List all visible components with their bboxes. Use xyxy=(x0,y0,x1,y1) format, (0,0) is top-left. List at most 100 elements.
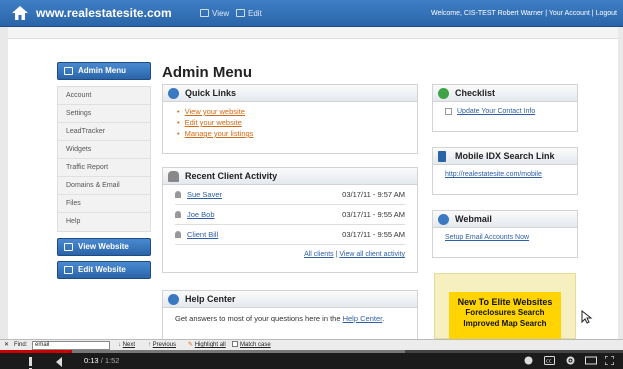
sidebar-item-help[interactable]: Help xyxy=(58,213,150,231)
find-label: Find: xyxy=(14,342,28,348)
volume-icon[interactable] xyxy=(56,357,62,367)
mail-icon xyxy=(438,214,449,225)
all-clients-link[interactable]: All clients xyxy=(304,251,334,258)
arrow-icon xyxy=(168,88,179,99)
checkbox[interactable] xyxy=(445,108,452,115)
edit-your-website-link[interactable]: Edit your website xyxy=(177,117,417,128)
quick-links-header: Quick Links xyxy=(163,85,417,102)
sidebar-item-files[interactable]: Files xyxy=(58,195,150,213)
view-website-button[interactable]: View Website xyxy=(57,238,151,256)
help-center-link[interactable]: Help Center xyxy=(343,314,383,323)
find-bar: ✕ Find: email ↓ Next ↑ Previous ✎ Highli… xyxy=(0,339,623,350)
checklist-item[interactable]: Update Your Contact Info xyxy=(433,102,577,115)
view-label: View xyxy=(212,9,230,18)
mouse-cursor-icon xyxy=(581,310,593,324)
person-icon xyxy=(175,231,181,238)
edit-icon xyxy=(64,266,73,274)
fullscreen-icon[interactable] xyxy=(605,356,614,365)
help-center-header: Help Center xyxy=(163,291,417,308)
promo-line-3: Improved Map Search xyxy=(463,319,547,328)
duration: / 1:52 xyxy=(98,356,120,365)
sidebar-item-leadtracker[interactable]: LeadTracker xyxy=(58,123,150,141)
match-case-label: Match case xyxy=(240,342,271,348)
client-link[interactable]: Client Bill xyxy=(187,225,218,245)
match-case-checkbox[interactable]: Match case xyxy=(232,340,271,350)
view-link[interactable]: View xyxy=(200,9,229,18)
view-icon xyxy=(200,9,209,17)
current-time: 0:13 xyxy=(84,356,99,365)
client-link[interactable]: Sue Saver xyxy=(187,185,222,205)
help-icon xyxy=(168,294,179,305)
top-bar: www.realestatesite.com View Edit Welcome… xyxy=(0,0,623,27)
sidebar-item-domains-email[interactable]: Domains & Email xyxy=(58,177,150,195)
sidebar-item-account[interactable]: Account xyxy=(58,87,150,105)
promo-banner[interactable]: New To Elite Websites Foreclosures Searc… xyxy=(434,273,576,340)
edit-link[interactable]: Edit xyxy=(236,9,262,18)
sidebar-item-widgets[interactable]: Widgets xyxy=(58,141,150,159)
progress-bar[interactable] xyxy=(0,350,623,353)
find-previous-button[interactable]: ↑ Previous xyxy=(148,340,176,350)
admin-menu-button[interactable]: Admin Menu xyxy=(57,62,151,80)
sidebar-item-settings[interactable]: Settings xyxy=(58,105,150,123)
highlight-all-button[interactable]: ✎ Highlight all xyxy=(188,340,226,350)
pause-icon[interactable] xyxy=(29,357,38,369)
help-text-before: Get answers to most of your questions he… xyxy=(175,314,343,323)
mobile-idx-header: Mobile IDX Search Link xyxy=(433,148,577,165)
help-center-title: Help Center xyxy=(185,294,236,304)
activity-date: 03/17/11 - 9:57 AM xyxy=(342,190,405,199)
activity-row: Joe Bob 03/17/11 - 9:55 AM xyxy=(175,205,405,225)
webmail-title: Webmail xyxy=(455,214,492,224)
theater-mode-icon[interactable] xyxy=(585,356,597,365)
person-icon xyxy=(175,211,181,218)
arrow-down-icon: ↓ xyxy=(118,342,121,348)
activity-date: 03/17/11 - 9:55 AM xyxy=(342,210,405,219)
setup-email-link[interactable]: Setup Email Accounts Now xyxy=(433,228,577,241)
recent-activity-header: Recent Client Activity xyxy=(163,168,417,185)
mobile-idx-title: Mobile IDX Search Link xyxy=(455,151,555,161)
checklist-header: Checklist xyxy=(433,85,577,102)
sidebar-menu: Account Settings LeadTracker Widgets Tra… xyxy=(57,86,151,232)
recent-activity-title: Recent Client Activity xyxy=(185,171,278,181)
highlight-all-label: Highlight all xyxy=(194,342,226,348)
account-link[interactable]: Your Account xyxy=(549,10,590,17)
captions-icon[interactable]: cc xyxy=(544,356,555,365)
logout-link[interactable]: Logout xyxy=(596,10,617,17)
promo-ad[interactable]: New To Elite Websites Foreclosures Searc… xyxy=(449,292,561,340)
sub-strip xyxy=(8,27,618,39)
mobile-idx-panel: Mobile IDX Search Link http://realestate… xyxy=(432,147,578,195)
mobile-idx-link[interactable]: http://realestatesite.com/mobile xyxy=(433,165,577,178)
played-bar xyxy=(0,350,73,353)
site-url[interactable]: www.realestatesite.com xyxy=(36,6,172,20)
home-icon[interactable] xyxy=(12,6,28,20)
welcome-text: Welcome, CIS-TEST Robert Warner | Your A… xyxy=(431,10,617,17)
webmail-panel: Webmail Setup Email Accounts Now xyxy=(432,210,578,258)
user-name: CIS-TEST Robert Warner xyxy=(463,10,544,17)
promo-line-2: Foreclosures Search xyxy=(465,308,545,317)
svg-text:cc: cc xyxy=(546,359,552,365)
close-find-button[interactable]: ✕ xyxy=(4,340,9,350)
watch-later-icon[interactable] xyxy=(524,356,533,365)
edit-website-button[interactable]: Edit Website xyxy=(57,261,151,279)
manage-listings-link[interactable]: Manage your listings xyxy=(177,128,417,139)
find-next-button[interactable]: ↓ Next xyxy=(118,340,135,350)
home-small-icon xyxy=(64,67,73,75)
checklist-panel: Checklist Update Your Contact Info xyxy=(432,84,578,132)
arrow-up-icon: ↑ xyxy=(148,342,151,348)
gear-icon[interactable] xyxy=(566,356,575,365)
view-icon xyxy=(64,243,73,251)
find-input[interactable]: email xyxy=(32,341,110,350)
time-display: 0:13 / 1:52 xyxy=(84,356,119,365)
view-your-website-link[interactable]: View your website xyxy=(177,106,417,117)
page-title: Admin Menu xyxy=(162,64,252,81)
sidebar-item-traffic-report[interactable]: Traffic Report xyxy=(58,159,150,177)
edit-label: Edit xyxy=(248,9,262,18)
view-all-activity-link[interactable]: View all client activity xyxy=(339,251,405,258)
checkbox[interactable] xyxy=(232,341,238,347)
client-link[interactable]: Joe Bob xyxy=(187,205,215,225)
phone-icon xyxy=(438,151,446,162)
admin-menu-label: Admin Menu xyxy=(78,66,126,75)
view-website-label: View Website xyxy=(78,242,129,251)
checklist-item-label[interactable]: Update Your Contact Info xyxy=(457,108,535,115)
edit-icon xyxy=(236,9,245,17)
person-icon xyxy=(168,171,179,182)
